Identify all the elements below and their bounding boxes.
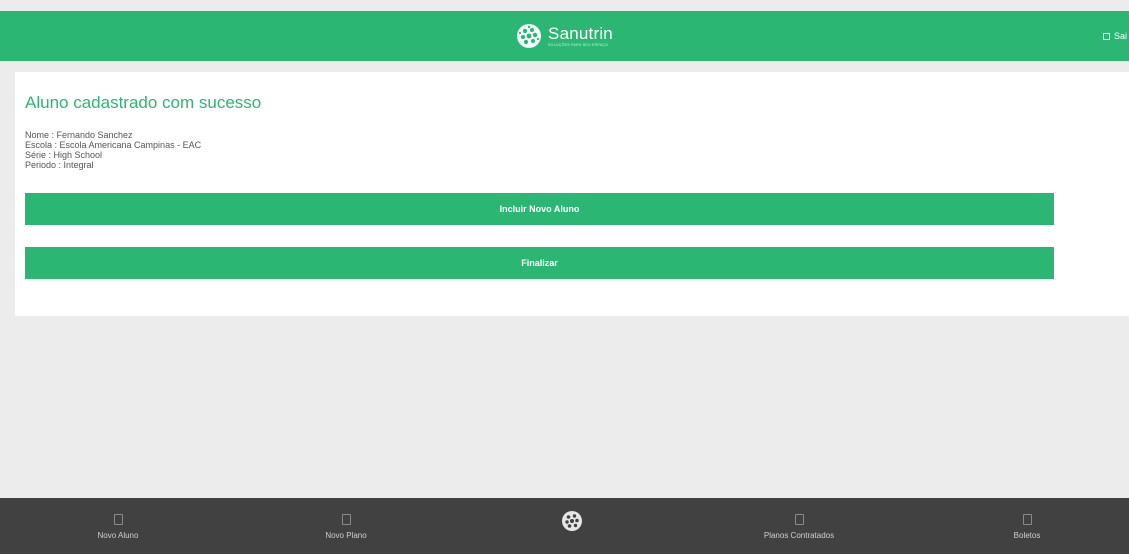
success-card: Aluno cadastrado com sucesso Nome : Fern… (15, 72, 1129, 316)
brand-logo[interactable]: Sanutrin SOLUÇÕES PARA SEU ESPAÇO (516, 23, 613, 49)
page-title: Aluno cadastrado com sucesso (25, 93, 262, 112)
detail-grade: Série : High School (25, 150, 103, 160)
nav-item-novo-plano[interactable]: Novo Plano (276, 498, 416, 554)
exit-label: Sai (1113, 31, 1127, 41)
exit-icon (1102, 32, 1110, 40)
detail-name: Nome : Fernando Sanchez (25, 130, 133, 140)
sanutrin-logo-icon (517, 24, 542, 48)
brand-name: Sanutrin (548, 23, 613, 43)
nav-item-label: Novo Aluno (97, 531, 139, 540)
novo-plano-icon (341, 514, 351, 525)
sanutrin-logo-icon[interactable] (561, 510, 583, 532)
nav-item-novo-aluno[interactable]: Novo Aluno (48, 498, 188, 554)
novo-aluno-icon (113, 514, 123, 525)
detail-period: Periodo : Integral (25, 160, 94, 170)
planos-contratados-icon (794, 514, 804, 525)
nav-item-planos-contratados[interactable]: Planos Contratados (729, 498, 869, 554)
finish-button[interactable]: Finalizar (25, 247, 1054, 279)
nav-item-label: Boletos (1013, 531, 1041, 540)
student-details: Nome : Fernando Sanchez Escola : Escola … (25, 130, 201, 170)
nav-item-boletos[interactable]: Boletos (957, 498, 1097, 554)
detail-school: Escola : Escola Americana Campinas - EAC (25, 140, 202, 150)
nav-item-label: Novo Plano (325, 531, 367, 540)
brand-tagline: SOLUÇÕES PARA SEU ESPAÇO (548, 42, 609, 47)
boletos-icon (1022, 514, 1032, 525)
nav-item-label: Planos Contratados (763, 531, 835, 540)
add-new-student-button[interactable]: Incluir Novo Aluno (25, 193, 1054, 225)
bottom-nav: Novo Aluno Novo Plano Planos Contratados… (0, 498, 1129, 554)
top-header: Sanutrin SOLUÇÕES PARA SEU ESPAÇO Sai (0, 11, 1129, 61)
exit-link[interactable]: Sai (1102, 11, 1129, 61)
